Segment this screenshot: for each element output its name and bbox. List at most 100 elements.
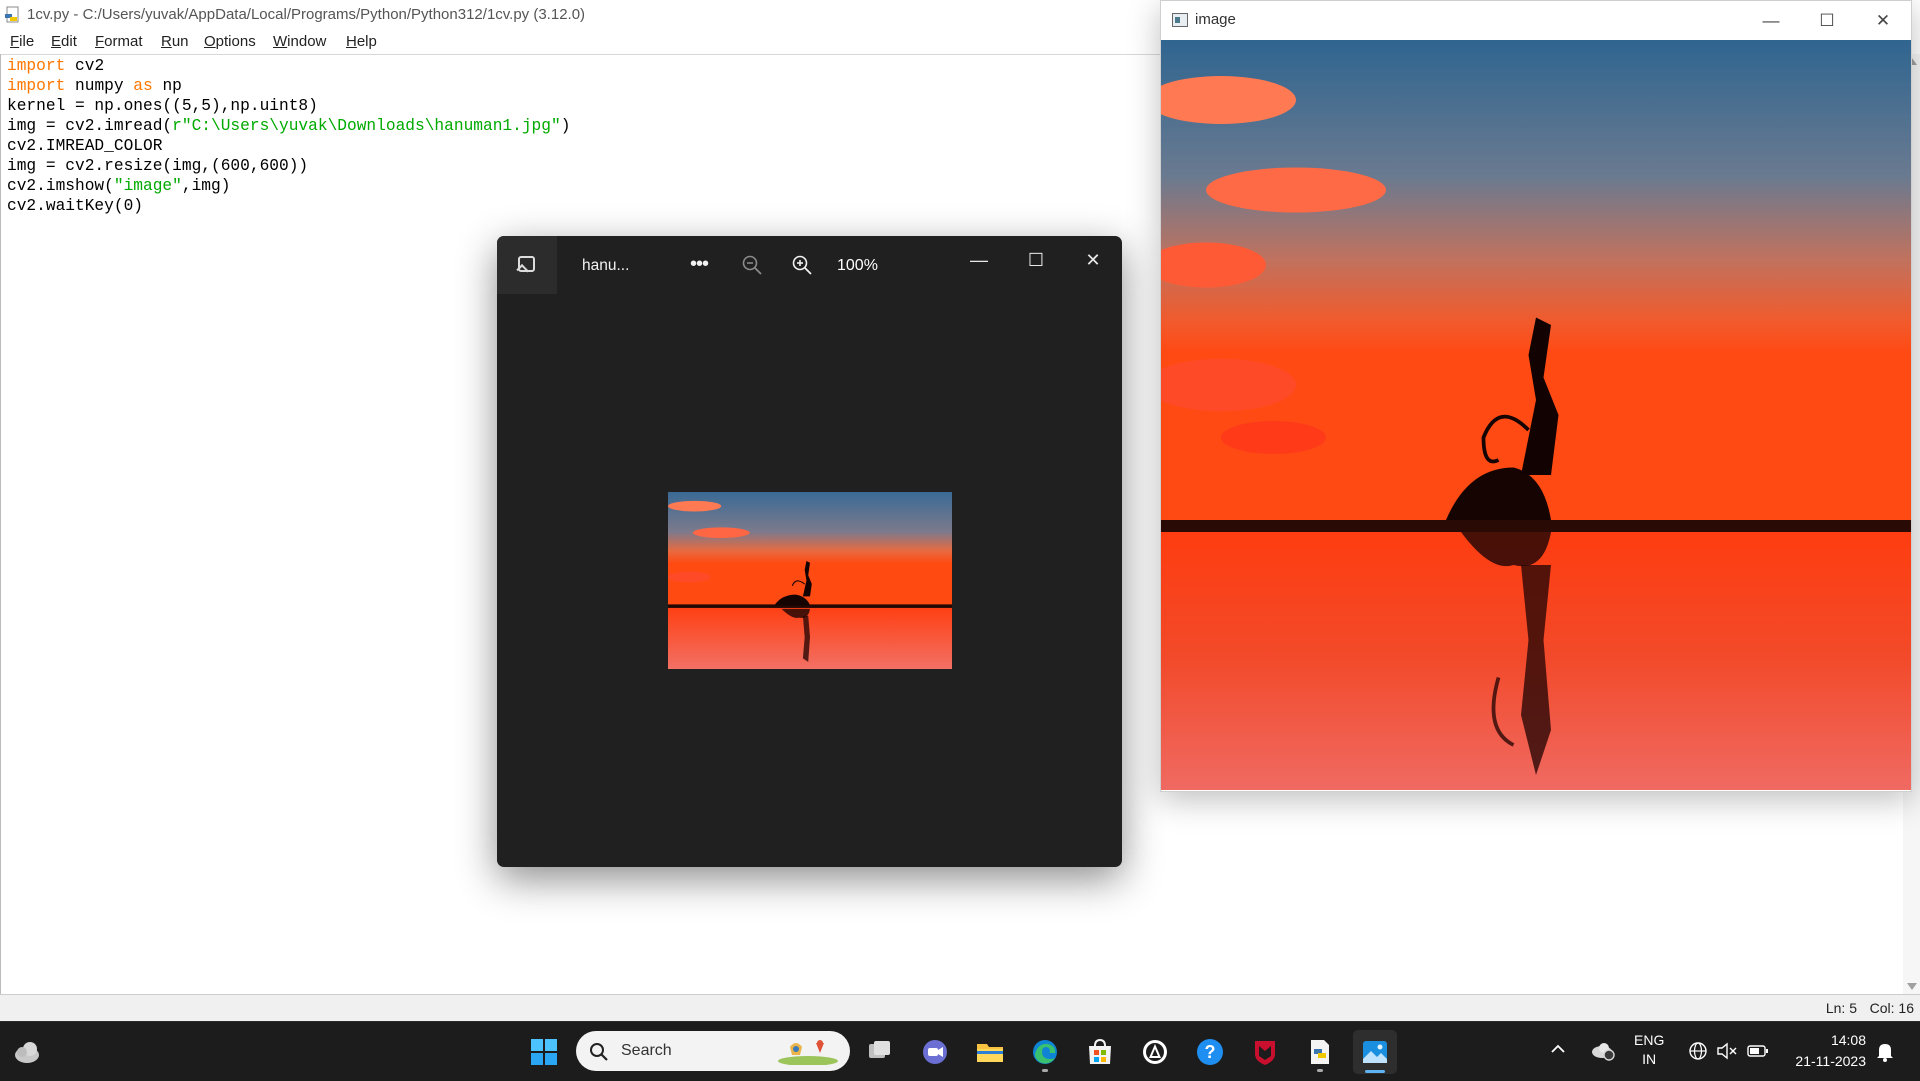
menu-item[interactable]: Help [344, 33, 379, 50]
app-logo-icon [1143, 1040, 1167, 1064]
python-file-icon [1311, 1040, 1329, 1064]
volume-muted-icon[interactable] [1716, 1041, 1738, 1061]
globe-network-icon[interactable] [1688, 1041, 1708, 1061]
menu-item[interactable]: Window [271, 33, 328, 50]
code-string: "image" [113, 177, 182, 195]
code-text: ) [560, 117, 571, 135]
teams-chat-button[interactable] [913, 1030, 957, 1074]
pinned-app-button[interactable] [1133, 1030, 1177, 1074]
taskbar: Search ? ENG IN 14:08 21-11-2023 [0, 1021, 1920, 1081]
menu-accelerator: O [204, 33, 216, 50]
microsoft-store-button[interactable] [1078, 1030, 1122, 1074]
chat-icon [923, 1040, 947, 1064]
onedrive-sync-icon[interactable] [1590, 1040, 1616, 1062]
edge-browser-button[interactable] [1023, 1030, 1067, 1074]
idle-window-title: 1cv.py - C:/Users/yuvak/AppData/Local/Pr… [27, 6, 586, 23]
menu-item[interactable]: Edit [49, 33, 79, 50]
photos-app-icon [518, 256, 535, 272]
photos-maximize-button[interactable]: ☐ [1008, 240, 1064, 280]
code-line: kernel = np.ones((5,5),np.uint8) [7, 96, 570, 116]
menu-accelerator: F [95, 33, 105, 50]
scroll-down-icon[interactable] [1907, 983, 1917, 990]
get-help-button[interactable]: ? [1188, 1030, 1232, 1074]
code-line: cv2.imshow("image",img) [7, 176, 570, 196]
code-line: import cv2 [7, 56, 570, 76]
task-view-button[interactable] [858, 1030, 902, 1074]
zoom-level[interactable]: 100% [837, 257, 878, 275]
code-text: img = cv2.resize(img,(600,600)) [7, 157, 309, 175]
menu-item[interactable]: Options [202, 33, 258, 50]
displayed-image-large [1161, 40, 1911, 790]
python-file-icon [5, 6, 19, 23]
svg-text:?: ? [1205, 1042, 1216, 1062]
photos-minimize-button[interactable]: — [951, 240, 1007, 280]
store-icon [1089, 1038, 1111, 1064]
photos-close-button[interactable]: ✕ [1065, 240, 1121, 280]
menu-item[interactable]: Format [93, 33, 145, 50]
photos-app-button[interactable] [497, 236, 557, 294]
code-line: cv2.IMREAD_COLOR [7, 136, 570, 156]
code-text: numpy [65, 77, 134, 95]
clock-time: 14:08 [1830, 1032, 1866, 1048]
system-clock[interactable]: 14:08 21-11-2023 [1782, 1030, 1866, 1072]
active-app-indicator [1365, 1070, 1385, 1073]
menu-label: indow [287, 33, 327, 50]
weather-widget-icon[interactable] [12, 1038, 44, 1066]
more-options-button[interactable]: ••• [684, 250, 714, 280]
code-line: cv2.waitKey(0) [7, 196, 570, 216]
running-indicator [1317, 1069, 1323, 1072]
maximize-button[interactable]: ☐ [1799, 1, 1855, 40]
region-code: IN [1642, 1051, 1657, 1067]
code-text: img = cv2.imread( [7, 117, 173, 135]
opencv-window-title: image [1195, 11, 1236, 28]
status-line-number: Ln: 5 [1825, 1000, 1857, 1016]
code-text: ,img) [181, 177, 231, 195]
code-line: img = cv2.resize(img,(600,600)) [7, 156, 570, 176]
edge-icon [1033, 1040, 1057, 1064]
search-highlight-icon [778, 1040, 838, 1065]
photos-app-window[interactable]: hanu... ••• 100% — ☐ ✕ [497, 236, 1122, 867]
notification-bell-icon[interactable] [1875, 1041, 1895, 1063]
input-language-indicator[interactable]: ENG IN [1634, 1031, 1664, 1069]
search-icon [590, 1043, 608, 1061]
search-placeholder: Search [621, 1042, 672, 1059]
displayed-image-small [668, 492, 952, 669]
code-text: cv2 [65, 57, 105, 75]
menu-accelerator: H [346, 33, 357, 50]
code-editor[interactable]: import cv2 import numpy as np kernel = np.… [7, 56, 570, 216]
mcafee-button[interactable] [1243, 1030, 1287, 1074]
minimize-button[interactable]: — [1743, 1, 1799, 40]
code-text: kernel = np.ones((5,5),np.uint8) [7, 97, 318, 115]
zoom-in-icon[interactable] [790, 253, 814, 277]
opencv-image-window[interactable]: image — ☐ ✕ [1160, 0, 1912, 792]
menu-accelerator: E [51, 33, 62, 50]
mcafee-shield-icon [1255, 1041, 1275, 1065]
clock-date: 21-11-2023 [1795, 1053, 1866, 1069]
zoom-out-icon[interactable] [740, 253, 764, 277]
battery-icon[interactable] [1747, 1043, 1769, 1059]
chevron-up-icon[interactable] [1550, 1042, 1566, 1056]
sunset-silhouette-image [1161, 40, 1911, 790]
code-text: np [152, 77, 182, 95]
sunset-thumbnail-image [668, 492, 952, 669]
menu-label: dit [61, 33, 77, 50]
folder-icon [977, 1044, 1003, 1062]
python-idle-button[interactable] [1298, 1030, 1342, 1074]
menu-item[interactable]: Run [159, 33, 191, 50]
running-indicator [1042, 1069, 1048, 1072]
close-button[interactable]: ✕ [1855, 1, 1911, 40]
file-explorer-button[interactable] [968, 1030, 1012, 1074]
menu-item[interactable]: File [8, 33, 36, 50]
code-line: import numpy as np [7, 76, 570, 96]
idle-statusbar: Ln: 5 Col: 16 [0, 995, 1920, 1021]
code-text: cv2.imshow( [7, 177, 114, 195]
taskbar-search-box[interactable]: Search [576, 1031, 850, 1071]
opencv-titlebar[interactable]: image — ☐ ✕ [1161, 1, 1911, 40]
help-icon: ? [1197, 1039, 1223, 1065]
menu-label: elp [356, 33, 377, 50]
menu-label: ormat [104, 33, 143, 50]
start-button[interactable] [522, 1030, 566, 1074]
task-view-icon [869, 1041, 890, 1058]
photos-taskbar-button[interactable] [1353, 1030, 1397, 1074]
language-code: ENG [1634, 1032, 1665, 1048]
